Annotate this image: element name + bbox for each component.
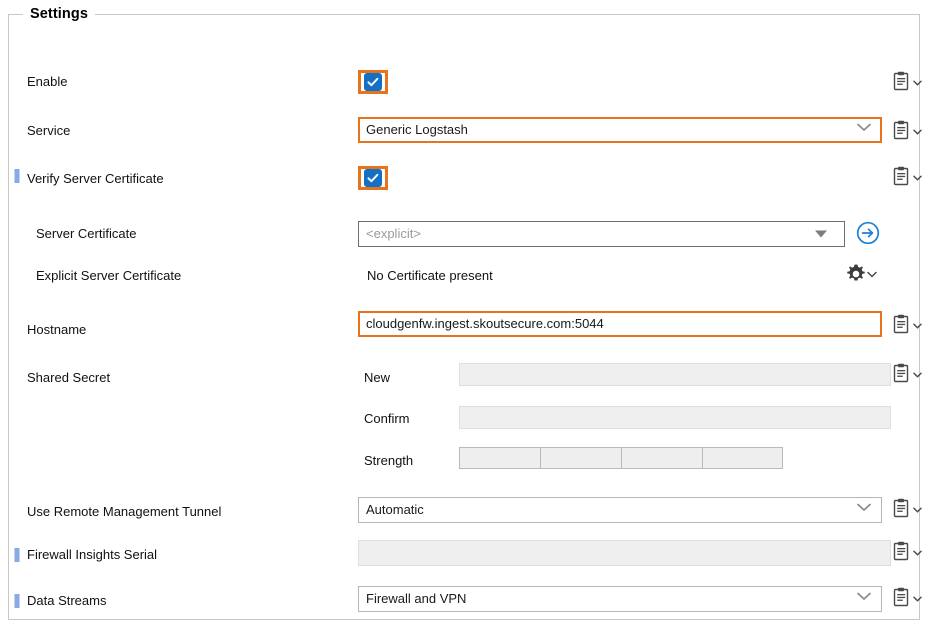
clipboard-icon — [893, 166, 909, 186]
clipboard-icon — [893, 71, 909, 91]
clipboard-icon-verify-server-certificate[interactable] — [893, 166, 923, 188]
remote-management-tunnel-select[interactable]: Automatic — [358, 497, 882, 523]
label-verify-server-certificate: Verify Server Certificate — [27, 171, 164, 186]
label-shared-secret-confirm: Confirm — [364, 411, 410, 426]
modified-marker — [14, 548, 20, 562]
clipboard-icon-data-streams[interactable] — [893, 587, 923, 609]
firewall-insights-serial-input[interactable] — [358, 540, 891, 566]
shared-secret-new-input[interactable] — [459, 363, 891, 386]
label-explicit-server-certificate: Explicit Server Certificate — [36, 268, 182, 283]
modified-marker — [14, 169, 20, 183]
strength-segment — [540, 447, 621, 469]
label-use-remote-management-tunnel: Use Remote Management Tunnel — [27, 504, 222, 519]
gear-icon — [847, 264, 865, 281]
password-strength-meter — [459, 447, 783, 469]
chevron-down-icon — [867, 271, 877, 278]
chevron-down-icon — [913, 372, 922, 378]
gear-icon-explicit-certificate[interactable] — [845, 263, 879, 285]
dropdown-triangle-icon — [815, 230, 827, 238]
label-enable: Enable — [27, 74, 68, 89]
explicit-server-certificate-value: No Certificate present — [367, 268, 493, 283]
chevron-down-icon — [913, 80, 922, 86]
label-server-certificate: Server Certificate — [36, 226, 137, 241]
chevron-down-icon — [913, 550, 922, 556]
strength-segment — [459, 447, 540, 469]
clipboard-icon-firewall-insights-serial[interactable] — [893, 541, 923, 563]
clipboard-icon — [893, 120, 909, 140]
chevron-down-icon — [913, 323, 922, 329]
clipboard-icon-service[interactable] — [893, 120, 923, 142]
clipboard-icon-shared-secret[interactable] — [893, 363, 923, 385]
clipboard-icon — [893, 363, 909, 383]
service-select[interactable]: Generic Logstash — [358, 117, 882, 143]
chevron-down-icon — [913, 596, 922, 602]
circle-arrow-right-icon[interactable] — [856, 221, 880, 245]
label-hostname: Hostname — [27, 322, 87, 337]
clipboard-icon — [893, 587, 909, 607]
hostname-input[interactable]: cloudgenfw.ingest.skoutsecure.com:5044 — [358, 311, 882, 337]
data-streams-select[interactable]: Firewall and VPN — [358, 586, 882, 612]
clipboard-icon — [893, 498, 909, 518]
shared-secret-confirm-input[interactable] — [459, 406, 891, 429]
clipboard-icon-hostname[interactable] — [893, 314, 923, 336]
label-firewall-insights-serial: Firewall Insights Serial — [27, 547, 158, 562]
checkmark-icon — [367, 173, 379, 183]
chevron-down-icon — [913, 507, 922, 513]
label-data-streams: Data Streams — [27, 593, 107, 608]
server-certificate-select[interactable]: <explicit> — [358, 221, 845, 247]
chevron-down-icon — [913, 129, 922, 135]
settings-panel: Settings Enable Service Generic Logstash… — [8, 6, 923, 620]
enable-checkbox-box[interactable] — [364, 73, 382, 91]
clipboard-icon — [893, 541, 909, 561]
chevron-down-icon — [913, 175, 922, 181]
checkmark-icon — [367, 77, 379, 87]
label-shared-secret-new: New — [364, 370, 391, 385]
label-shared-secret-strength: Strength — [364, 453, 414, 468]
page-title: Settings — [23, 6, 95, 22]
clipboard-icon — [893, 314, 909, 334]
strength-segment — [621, 447, 702, 469]
verify-checkbox-box[interactable] — [364, 169, 382, 187]
label-service: Service — [27, 123, 71, 138]
label-shared-secret: Shared Secret — [27, 370, 111, 385]
clipboard-icon-enable[interactable] — [893, 71, 923, 93]
strength-segment — [702, 447, 783, 469]
modified-marker — [14, 594, 20, 608]
clipboard-icon-remote-tunnel[interactable] — [893, 498, 923, 520]
